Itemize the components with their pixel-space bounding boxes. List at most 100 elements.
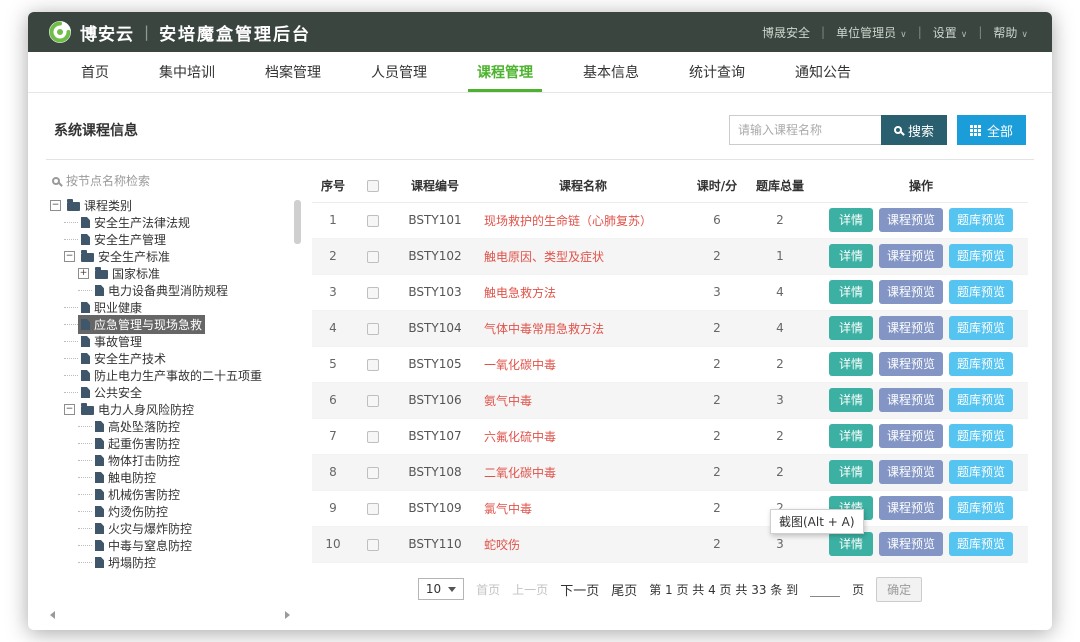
search-button[interactable]: 搜索 [881, 115, 947, 145]
collapse-icon[interactable]: − [50, 200, 61, 211]
all-button[interactable]: 全部 [957, 115, 1026, 145]
bank-preview-button[interactable]: 题库预览 [949, 424, 1013, 448]
tree-horizontal-scrollbar[interactable] [50, 610, 290, 620]
select-all-checkbox[interactable] [367, 180, 379, 192]
nav-tab-3[interactable]: 人员管理 [346, 52, 452, 92]
scroll-left-icon[interactable] [50, 611, 55, 619]
row-checkbox[interactable] [367, 395, 379, 407]
tree-connector [64, 307, 78, 308]
row-checkbox[interactable] [367, 251, 379, 263]
tree-item[interactable]: 起重伤害防控 [50, 435, 302, 452]
tree-item[interactable]: −课程类别 [50, 197, 302, 214]
collapse-icon[interactable]: − [64, 404, 75, 415]
bank-preview-button[interactable]: 题库预览 [949, 388, 1013, 412]
tree-filter-input[interactable] [66, 174, 256, 188]
row-checkbox[interactable] [367, 215, 379, 227]
page-size-select[interactable]: 10 [418, 578, 464, 600]
bank-preview-button[interactable]: 题库预览 [949, 316, 1013, 340]
row-checkbox[interactable] [367, 503, 379, 515]
tree-item[interactable]: 公共安全 [50, 384, 302, 401]
collapse-icon[interactable]: − [64, 251, 75, 262]
tree-item-label: 中毒与窒息防控 [108, 537, 192, 554]
tree-vertical-scrollbar[interactable] [294, 200, 301, 244]
detail-button[interactable]: 详情 [829, 208, 873, 232]
bank-preview-button[interactable]: 题库预览 [949, 244, 1013, 268]
tree-connector [78, 460, 92, 461]
tree-item-label: 安全生产管理 [94, 231, 166, 248]
nav-tab-5[interactable]: 基本信息 [558, 52, 664, 92]
course-preview-button[interactable]: 课程预览 [879, 496, 943, 520]
tree-item[interactable]: −电力人身风险防控 [50, 401, 302, 418]
course-preview-button[interactable]: 课程预览 [879, 424, 943, 448]
row-checkbox[interactable] [367, 431, 379, 443]
detail-button[interactable]: 详情 [829, 460, 873, 484]
tree-item[interactable]: 安全生产法律法规 [50, 214, 302, 231]
course-preview-button[interactable]: 课程预览 [879, 244, 943, 268]
goto-page-input[interactable] [810, 581, 840, 597]
tree-item[interactable]: 安全生产技术 [50, 350, 302, 367]
tree-item[interactable]: 机械伤害防控 [50, 486, 302, 503]
course-preview-button[interactable]: 课程预览 [879, 352, 943, 376]
expand-icon[interactable]: + [78, 268, 89, 279]
tree-node[interactable]: 坍塌防控 [92, 553, 159, 572]
tree-item[interactable]: 灼烫伤防控 [50, 503, 302, 520]
scroll-right-icon[interactable] [285, 611, 290, 619]
search-input[interactable] [729, 115, 881, 145]
nav-tab-0[interactable]: 首页 [56, 52, 134, 92]
detail-button[interactable]: 详情 [829, 388, 873, 412]
bank-preview-button[interactable]: 题库预览 [949, 280, 1013, 304]
nav-tab-1[interactable]: 集中培训 [134, 52, 240, 92]
detail-button[interactable]: 详情 [829, 280, 873, 304]
course-preview-button[interactable]: 课程预览 [879, 460, 943, 484]
course-preview-button[interactable]: 课程预览 [879, 532, 943, 556]
settings-menu[interactable]: 设置 [929, 24, 972, 41]
bank-preview-button[interactable]: 题库预览 [949, 532, 1013, 556]
nav-tab-4[interactable]: 课程管理 [452, 52, 558, 92]
detail-button[interactable]: 详情 [829, 316, 873, 340]
detail-button[interactable]: 详情 [829, 424, 873, 448]
bank-preview-button[interactable]: 题库预览 [949, 496, 1013, 520]
course-code: BSTY108 [392, 454, 478, 490]
detail-button[interactable]: 详情 [829, 352, 873, 376]
tree-item[interactable]: −安全生产标准 [50, 248, 302, 265]
tree-item[interactable]: 火灾与爆炸防控 [50, 520, 302, 537]
tree-item[interactable]: 事故管理 [50, 333, 302, 350]
course-preview-button[interactable]: 课程预览 [879, 280, 943, 304]
detail-button[interactable]: 详情 [829, 244, 873, 268]
tree-item[interactable]: 应急管理与现场急救 [50, 316, 302, 333]
role-menu[interactable]: 单位管理员 [832, 24, 911, 41]
row-checkbox[interactable] [367, 323, 379, 335]
tree-item[interactable]: 高处坠落防控 [50, 418, 302, 435]
bank-preview-button[interactable]: 题库预览 [949, 352, 1013, 376]
nav-tab-7[interactable]: 通知公告 [770, 52, 876, 92]
row-checkbox[interactable] [367, 467, 379, 479]
next-page-button[interactable]: 下一页 [560, 580, 599, 599]
tree-item[interactable]: 坍塌防控 [50, 554, 302, 571]
row-checkbox[interactable] [367, 359, 379, 371]
tree-item[interactable]: 电力设备典型消防规程 [50, 282, 302, 299]
tree-item[interactable]: 触电防控 [50, 469, 302, 486]
course-preview-button[interactable]: 课程预览 [879, 208, 943, 232]
detail-button[interactable]: 详情 [829, 532, 873, 556]
header-separator [821, 25, 825, 39]
tree-item[interactable]: 中毒与窒息防控 [50, 537, 302, 554]
tree-connector [78, 494, 92, 495]
bank-preview-button[interactable]: 题库预览 [949, 208, 1013, 232]
tree-item[interactable]: 防止电力生产事故的二十五项重 [50, 367, 302, 384]
prev-page-button[interactable]: 上一页 [512, 581, 548, 598]
tree-item[interactable]: 职业健康 [50, 299, 302, 316]
row-checkbox[interactable] [367, 287, 379, 299]
course-preview-button[interactable]: 课程预览 [879, 388, 943, 412]
help-menu[interactable]: 帮助 [989, 24, 1032, 41]
last-page-button[interactable]: 尾页 [611, 580, 637, 599]
tree-item[interactable]: +国家标准 [50, 265, 302, 282]
bank-preview-button[interactable]: 题库预览 [949, 460, 1013, 484]
confirm-button[interactable]: 确定 [876, 577, 922, 602]
tree-item[interactable]: 物体打击防控 [50, 452, 302, 469]
tree-item[interactable]: 安全生产管理 [50, 231, 302, 248]
course-preview-button[interactable]: 课程预览 [879, 316, 943, 340]
row-checkbox[interactable] [367, 539, 379, 551]
nav-tab-2[interactable]: 档案管理 [240, 52, 346, 92]
first-page-button[interactable]: 首页 [476, 581, 500, 598]
nav-tab-6[interactable]: 统计查询 [664, 52, 770, 92]
